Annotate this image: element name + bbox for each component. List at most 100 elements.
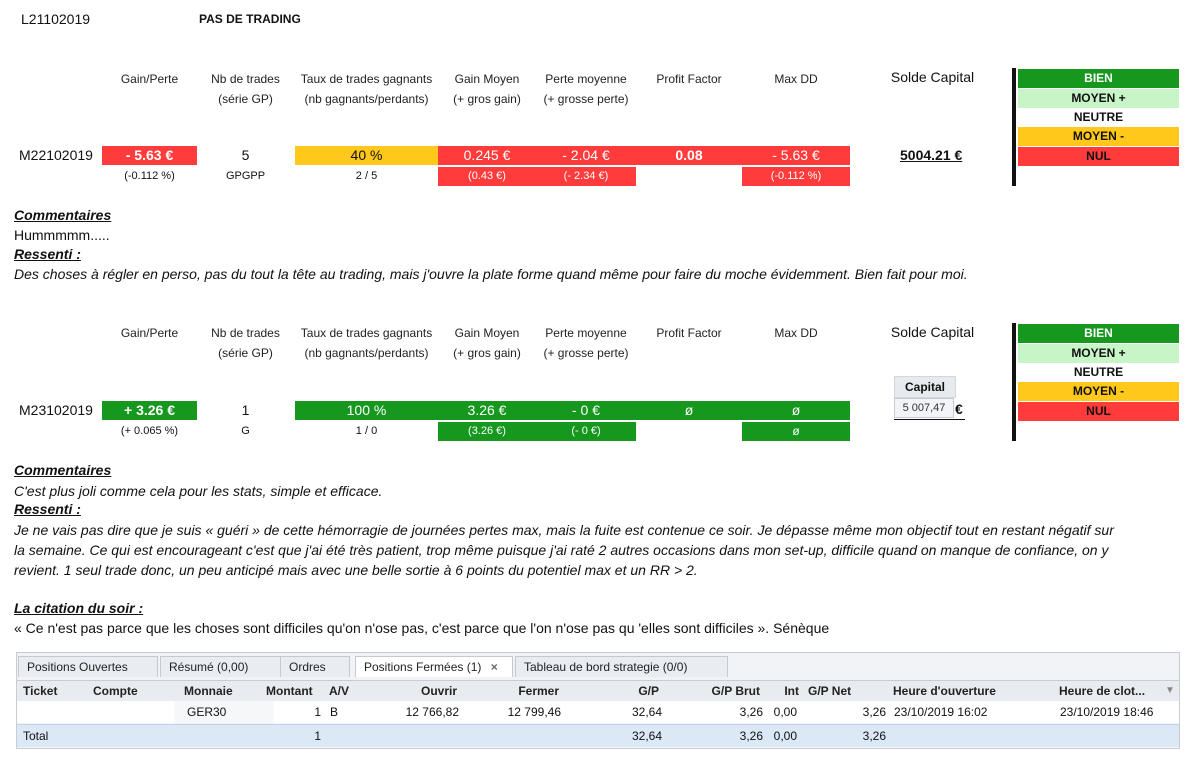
hdr-profit-factor: Profit Factor <box>656 72 722 86</box>
cell-montant: 1 <box>314 705 321 719</box>
hdr-gain-moyen: Gain Moyen <box>454 326 520 340</box>
legend-moyen-plus: MOYEN + <box>1018 344 1179 363</box>
col-int[interactable]: Int <box>767 681 799 701</box>
day1-max-dd-pct: (-0.112 %) <box>742 167 850 186</box>
day1-label: M22102019 <box>19 147 93 163</box>
day2-capital-underline <box>894 419 965 420</box>
day2-ressenti-line3: revient. 1 seul trade donc, un peu antic… <box>14 562 698 578</box>
legend-neutre: NEUTRE <box>1018 363 1179 382</box>
cell-gp-net: 3,26 <box>862 705 886 719</box>
hdr-serie-gp: (série GP) <box>218 92 273 106</box>
total-gp: 32,64 <box>631 729 662 743</box>
close-icon[interactable]: × <box>491 660 498 674</box>
hdr-perte-moyenne: Perte moyenne <box>545 72 627 86</box>
hdr-taux-sub: (nb gagnants/perdants) <box>304 346 429 360</box>
cell-fermer: 12 799,46 <box>507 705 561 719</box>
hdr-taux: Taux de trades gagnants <box>300 326 433 340</box>
col-gp[interactable]: G/P <box>577 681 659 701</box>
day2-grosse-perte: (- 0 €) <box>536 422 636 441</box>
tab-positions-ouvertes[interactable]: Positions Ouvertes <box>18 656 158 677</box>
day2-commentaires-title: Commentaires <box>14 462 112 478</box>
top-status: PAS DE TRADING <box>199 12 301 26</box>
col-fermer[interactable]: Fermer <box>467 681 559 701</box>
day1-nb-trades: 5 <box>241 147 250 163</box>
cell-heure-cloture: 23/10/2019 18:46 <box>1060 705 1154 719</box>
day2-gain-pct: (+ 0.065 %) <box>120 425 179 437</box>
day2-gain-moyen: 3.26 € <box>438 401 536 420</box>
tab-ordres[interactable]: Ordres <box>280 656 350 677</box>
hdr-perte-moyenne: Perte moyenne <box>545 326 627 340</box>
day1-ressenti-title: Ressenti : <box>14 246 81 262</box>
day1-gain-moyen: 0.245 € <box>438 146 536 165</box>
day1-ratio: 2 / 5 <box>355 170 378 182</box>
day2-capital-euro: € <box>955 401 963 417</box>
col-montant[interactable]: Montant <box>266 681 313 701</box>
day2-perte-moyenne: - 0 € <box>536 401 636 420</box>
legend-bien: BIEN <box>1018 69 1179 88</box>
legend-moyen-moins: MOYEN - <box>1018 382 1179 401</box>
cell-ouvrir: 12 766,82 <box>405 705 459 719</box>
col-av[interactable]: A/V <box>329 681 349 701</box>
cell-av: B <box>330 705 339 719</box>
day1-ressenti: Des choses à régler en perso, pas du tou… <box>14 266 968 282</box>
col-monnaie[interactable]: Monnaie <box>184 681 233 701</box>
col-compte[interactable]: Compte <box>93 681 138 701</box>
day1-max-dd: - 5.63 € <box>742 146 850 165</box>
day2-ressenti-line2: la semaine. Ce qui est encourageant c'es… <box>14 542 1109 558</box>
cell-heure-ouverture: 23/10/2019 16:02 <box>894 705 988 719</box>
hdr-max-dd: Max DD <box>774 72 818 86</box>
day1-perte-moyenne: - 2.04 € <box>536 146 636 165</box>
total-gp-brut: 3,26 <box>739 729 763 743</box>
col-ouvrir[interactable]: Ouvrir <box>367 681 457 701</box>
table-row[interactable]: GER30 1 B 12 766,82 12 799,46 32,64 3,26… <box>17 701 1179 723</box>
day2-ratio: 1 / 0 <box>355 425 378 437</box>
tab-positions-fermees-label: Positions Fermées (1) <box>364 660 482 674</box>
cell-monnaie: GER30 <box>187 705 227 719</box>
legend-moyen-moins: MOYEN - <box>1018 127 1179 146</box>
col-gp-net[interactable]: G/P Net <box>808 681 851 701</box>
tab-resume[interactable]: Résumé (0,00) <box>160 656 285 677</box>
legend-divider <box>1012 323 1016 441</box>
col-heure-ouverture[interactable]: Heure d'ouverture <box>893 681 996 701</box>
sort-chevron-icon[interactable]: ▼ <box>1165 681 1175 701</box>
total-gp-net: 3,26 <box>862 729 886 743</box>
col-heure-cloture[interactable]: Heure de clot... <box>1059 681 1145 701</box>
citation-text: « Ce n'est pas parce que les choses sont… <box>14 620 830 636</box>
day1-profit-factor: 0.08 <box>636 146 742 165</box>
tab-positions-fermees[interactable]: Positions Fermées (1) × <box>355 656 513 677</box>
citation-title: La citation du soir : <box>14 600 144 616</box>
total-row: Total 1 32,64 3,26 0,00 3,26 <box>17 724 1179 747</box>
day1-commentaires-title: Commentaires <box>14 207 112 223</box>
day2-gain: + 3.26 € <box>102 401 197 420</box>
col-ticket[interactable]: Ticket <box>23 681 57 701</box>
hdr-taux-sub: (nb gagnants/perdants) <box>304 92 429 106</box>
hdr-gain-perte: Gain/Perte <box>120 326 179 340</box>
legend-divider <box>1012 68 1016 186</box>
hdr-serie-gp: (série GP) <box>218 346 273 360</box>
legend-nul: NUL <box>1018 402 1179 421</box>
day2-nb-trades: 1 <box>241 402 250 418</box>
hdr-gain-moyen: Gain Moyen <box>454 72 520 86</box>
day1-taux: 40 % <box>295 146 438 165</box>
col-gp-brut[interactable]: G/P Brut <box>677 681 760 701</box>
legend-nul: NUL <box>1018 147 1179 166</box>
day1-gros-gain: (0.43 €) <box>438 167 536 186</box>
day1-solde: 5004.21 € <box>900 147 963 163</box>
day2-serie: G <box>241 425 250 437</box>
day2-gros-gain: (3.26 €) <box>438 422 536 441</box>
hdr-taux: Taux de trades gagnants <box>300 72 433 86</box>
tab-tableau-de-bord[interactable]: Tableau de bord strategie (0/0) <box>515 656 728 677</box>
hdr-solde-capital: Solde Capital <box>890 324 975 340</box>
day2-capital-label: Capital <box>894 376 956 398</box>
day1-commentaires: Hummmmm..... <box>14 227 110 243</box>
day1-serie: GPGPP <box>225 170 266 182</box>
day1-gain: - 5.63 € <box>102 146 197 165</box>
total-int: 0,00 <box>773 729 797 743</box>
legend-neutre: NEUTRE <box>1018 108 1179 127</box>
day2-capital-value: 5 007,47 <box>894 398 954 418</box>
hdr-profit-factor: Profit Factor <box>656 326 722 340</box>
hdr-solde-capital: Solde Capital <box>890 69 975 85</box>
hdr-gros-gain: (+ gros gain) <box>453 346 521 360</box>
hdr-grosse-perte: (+ grosse perte) <box>543 92 629 106</box>
day2-ressenti-line1: Je ne vais pas dire que je suis « guéri … <box>14 522 1114 538</box>
